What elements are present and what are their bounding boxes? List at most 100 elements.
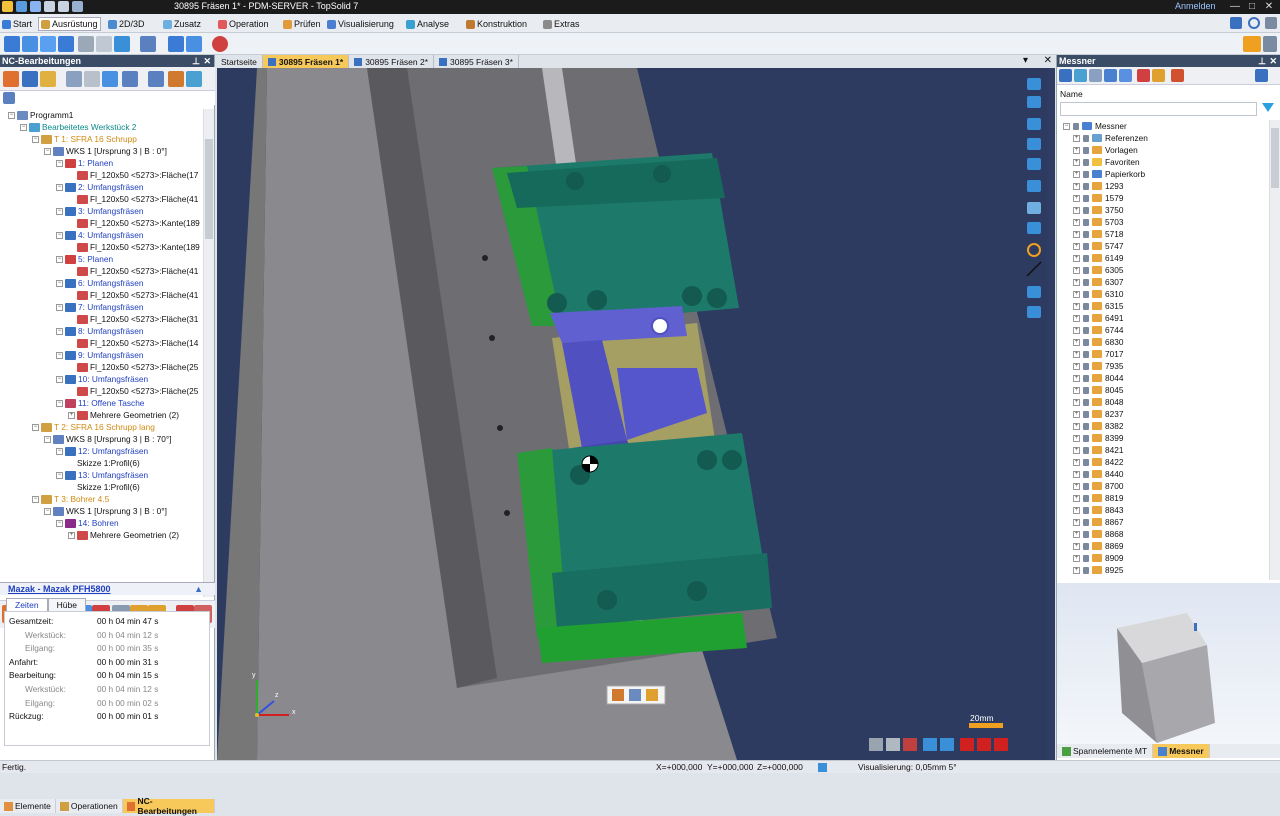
cad-scene[interactable] bbox=[217, 68, 1055, 760]
library-item[interactable]: +8422 bbox=[1073, 456, 1123, 468]
tree-item[interactable]: − 4: Umfangsfräsen bbox=[56, 229, 143, 241]
tool-2-icon[interactable] bbox=[22, 36, 38, 52]
mini-tool-3-icon[interactable] bbox=[646, 689, 658, 701]
tree-item[interactable]: − T 2: SFRA 16 Schrupp lang bbox=[32, 421, 155, 433]
minimize-button[interactable]: — bbox=[1228, 0, 1242, 14]
library-item[interactable]: +6830 bbox=[1073, 336, 1123, 348]
expand-toggle[interactable]: − bbox=[56, 471, 63, 479]
tree-item[interactable]: + Mehrere Geometrien (2) bbox=[68, 409, 179, 421]
expand-toggle[interactable]: + bbox=[1073, 362, 1080, 370]
library-item[interactable]: − Messner bbox=[1063, 120, 1127, 132]
library-item[interactable]: +1293 bbox=[1073, 180, 1123, 192]
tab-elemente[interactable]: Elemente bbox=[0, 799, 56, 813]
menu-analyse[interactable]: Analyse bbox=[406, 17, 449, 31]
tree-item[interactable]: Fl_120x50 <5273>:Fläche(41 bbox=[68, 289, 198, 301]
library-item[interactable]: +8909 bbox=[1073, 552, 1123, 564]
expand-toggle[interactable]: + bbox=[1073, 482, 1080, 490]
expand-toggle[interactable]: − bbox=[56, 207, 63, 215]
tab-operationen[interactable]: Operationen bbox=[56, 799, 123, 813]
tool-4-icon[interactable] bbox=[58, 36, 74, 52]
save-icon[interactable] bbox=[16, 1, 27, 12]
expand-toggle[interactable]: + bbox=[1073, 146, 1080, 154]
expand-toggle[interactable]: + bbox=[1073, 434, 1080, 442]
lib-tool-3-icon[interactable] bbox=[1089, 69, 1102, 82]
expand-toggle[interactable]: + bbox=[1073, 506, 1080, 514]
library-item[interactable]: +8048 bbox=[1073, 396, 1123, 408]
tree-item[interactable]: − 8: Umfangsfräsen bbox=[56, 325, 143, 337]
expand-toggle[interactable]: − bbox=[32, 423, 39, 431]
expand-toggle[interactable]: + bbox=[1073, 338, 1080, 346]
expand-toggle[interactable]: + bbox=[1073, 254, 1080, 262]
tree-item[interactable]: − Bearbeitetes Werkstück 2 bbox=[20, 121, 136, 133]
tree-item[interactable]: Fl_120x50 <5273>:Fläche(41 bbox=[68, 193, 198, 205]
library-item[interactable]: +8925 bbox=[1073, 564, 1123, 576]
tree-item[interactable]: − 9: Umfangsfräsen bbox=[56, 349, 143, 361]
expand-toggle[interactable]: + bbox=[1073, 302, 1080, 310]
tool-10-icon[interactable] bbox=[186, 36, 202, 52]
library-item[interactable]: +8869 bbox=[1073, 540, 1123, 552]
filter-input[interactable] bbox=[1060, 102, 1257, 116]
expand-toggle[interactable]: + bbox=[68, 411, 75, 419]
expand-toggle[interactable]: + bbox=[1073, 170, 1080, 178]
library-item[interactable]: +8440 bbox=[1073, 468, 1123, 480]
tree-item[interactable]: − 14: Bohren bbox=[56, 517, 119, 529]
tree-item[interactable]: − 6: Umfangsfräsen bbox=[56, 277, 143, 289]
tree-item[interactable]: Fl_120x50 <5273>:Fläche(41 bbox=[68, 265, 198, 277]
lib-tool-6-icon[interactable] bbox=[1137, 69, 1150, 82]
nc-tool-9-icon[interactable] bbox=[168, 71, 184, 87]
tool-3-icon[interactable] bbox=[40, 36, 56, 52]
nc-tool-3-icon[interactable] bbox=[40, 71, 56, 87]
expand-toggle[interactable]: + bbox=[1073, 374, 1080, 382]
expand-toggle[interactable]: − bbox=[56, 375, 63, 383]
nc-tool-1-icon[interactable] bbox=[3, 71, 19, 87]
tree-scroll-thumb[interactable] bbox=[205, 139, 213, 239]
tab-spannelemente[interactable]: Spannelemente MT bbox=[1057, 744, 1154, 758]
expand-toggle[interactable]: − bbox=[56, 519, 63, 527]
expand-toggle[interactable]: + bbox=[1073, 350, 1080, 358]
lib-tool-9-icon[interactable] bbox=[1255, 69, 1268, 82]
expand-toggle[interactable]: + bbox=[1073, 554, 1080, 562]
expand-toggle[interactable]: − bbox=[56, 255, 63, 263]
tree-scrollbar[interactable] bbox=[203, 109, 214, 597]
tab-huebe[interactable]: Hübe bbox=[47, 598, 86, 612]
library-item[interactable]: +8237 bbox=[1073, 408, 1123, 420]
library-item[interactable]: +8867 bbox=[1073, 516, 1123, 528]
print-icon[interactable] bbox=[72, 1, 83, 12]
tree-item[interactable]: − 13: Umfangsfräsen bbox=[56, 469, 148, 481]
expand-toggle[interactable]: + bbox=[1073, 398, 1080, 406]
menu-konstruktion[interactable]: Konstruktion bbox=[466, 17, 527, 31]
expand-toggle[interactable]: + bbox=[1073, 422, 1080, 430]
new-icon[interactable] bbox=[30, 1, 41, 12]
tree-item[interactable]: Fl_120x50 <5273>:Fläche(31 bbox=[68, 313, 198, 325]
lib-tool-5-icon[interactable] bbox=[1119, 69, 1132, 82]
lib-tool-1-icon[interactable] bbox=[1059, 69, 1072, 82]
library-item[interactable]: +1579 bbox=[1073, 192, 1123, 204]
nc-tool-5-icon[interactable] bbox=[84, 71, 100, 87]
library-item[interactable]: + Papierkorb bbox=[1073, 168, 1145, 180]
expand-toggle[interactable]: − bbox=[56, 159, 63, 167]
expand-toggle[interactable]: − bbox=[56, 279, 63, 287]
library-item[interactable]: +6315 bbox=[1073, 300, 1123, 312]
expand-toggle[interactable]: + bbox=[1073, 566, 1080, 574]
expand-toggle[interactable]: − bbox=[56, 183, 63, 191]
tool-11-icon[interactable] bbox=[212, 36, 228, 52]
machine-name[interactable]: Mazak - Mazak PFH5800 bbox=[8, 584, 111, 594]
expand-toggle[interactable]: + bbox=[1073, 242, 1080, 250]
library-item[interactable]: +5703 bbox=[1073, 216, 1123, 228]
expand-toggle[interactable]: + bbox=[1073, 386, 1080, 394]
library-scrollbar[interactable] bbox=[1269, 120, 1280, 580]
close-document-icon[interactable]: ✕ bbox=[1044, 55, 1052, 66]
pin-icon[interactable]: ⊥ bbox=[192, 55, 200, 67]
tree-item[interactable]: Skizze 1:Profil(6) bbox=[68, 481, 140, 493]
expand-toggle[interactable]: − bbox=[56, 303, 63, 311]
expand-toggle[interactable]: − bbox=[56, 447, 63, 455]
expand-toggle[interactable]: − bbox=[1063, 122, 1070, 130]
library-item[interactable]: +8045 bbox=[1073, 384, 1123, 396]
library-item[interactable]: +8399 bbox=[1073, 432, 1123, 444]
library-item[interactable]: +6149 bbox=[1073, 252, 1123, 264]
tool-6-icon[interactable] bbox=[96, 36, 112, 52]
tree-item[interactable]: − Programm1 bbox=[8, 109, 73, 121]
machine-header[interactable]: Mazak - Mazak PFH5800 ▲ bbox=[0, 582, 215, 595]
menu-2d3d[interactable]: 2D/3D bbox=[108, 17, 145, 31]
filter-icon[interactable] bbox=[1262, 103, 1274, 112]
